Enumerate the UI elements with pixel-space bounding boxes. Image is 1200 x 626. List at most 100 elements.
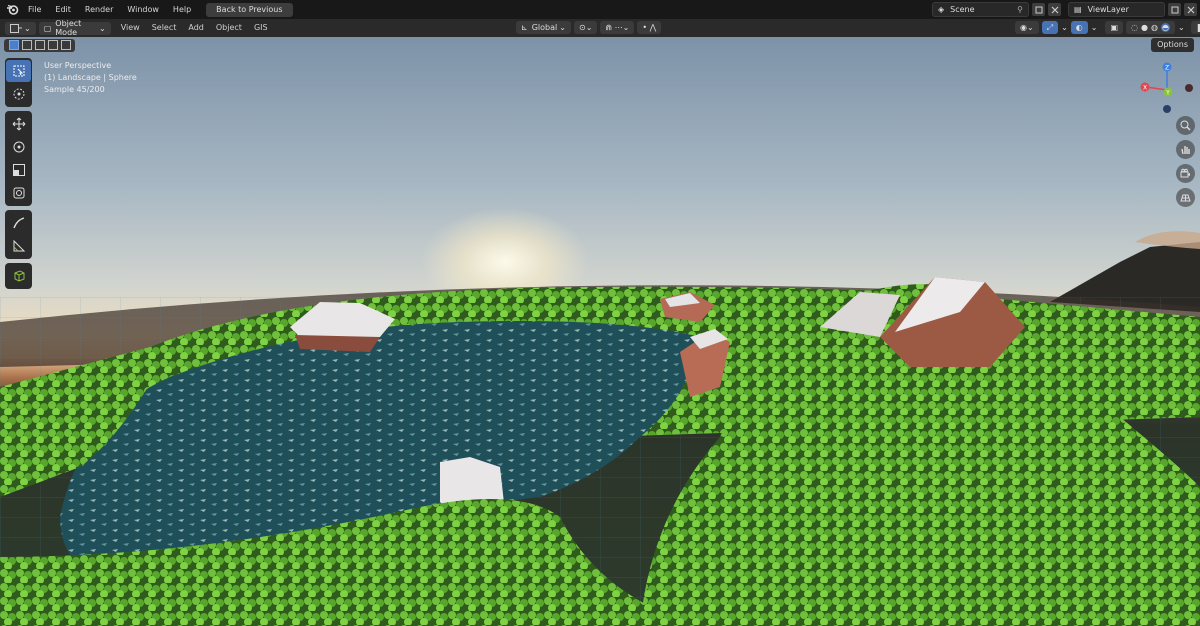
magnet-icon: ⋒ ⋯⌄ — [605, 23, 630, 32]
hand-icon — [1181, 146, 1190, 155]
select-intersect-icon[interactable] — [60, 40, 71, 50]
measure-tool[interactable] — [6, 235, 31, 257]
chevron-down-icon[interactable]: ⌄ — [1091, 23, 1098, 32]
camera-view-button[interactable] — [1176, 164, 1195, 183]
menu-edit[interactable]: Edit — [48, 0, 78, 19]
overlay-icon: ◐ — [1075, 23, 1083, 32]
scene-icon: ◈ — [938, 5, 945, 14]
scale-icon — [12, 164, 25, 176]
chevron-down-icon[interactable]: ⌄ — [1061, 23, 1068, 32]
scene-name: Scene — [950, 5, 975, 14]
delete-scene-icon[interactable] — [1048, 3, 1061, 16]
move-icon — [12, 117, 25, 131]
pivot-icon: ⊙⌄ — [579, 23, 593, 32]
snap-button[interactable]: ⋒ ⋯⌄ — [600, 21, 635, 34]
scene-selector[interactable]: ◈ Scene ⚲ — [932, 2, 1061, 17]
pivot-point-button[interactable]: ⊙⌄ — [574, 21, 598, 34]
blender-logo[interactable] — [3, 0, 21, 19]
tool-group-select — [5, 58, 32, 107]
editor-type-button[interactable]: ⌄ — [5, 21, 36, 35]
rendered-shading-icon[interactable]: ◓ — [1161, 23, 1170, 32]
gizmo-x-label: X — [1143, 85, 1147, 92]
chevron-down-icon: ⌄ — [99, 23, 106, 33]
view-layer-selector[interactable]: ▤ ViewLayer — [1068, 2, 1197, 17]
wireframe-shading-icon[interactable]: ◌ — [1131, 23, 1138, 32]
menu-select[interactable]: Select — [146, 19, 183, 37]
menu-add[interactable]: Add — [182, 19, 210, 37]
new-scene-icon[interactable] — [1032, 3, 1045, 16]
select-extend-icon[interactable] — [21, 40, 32, 50]
3d-viewport[interactable] — [0, 37, 1200, 626]
menu-file[interactable]: File — [21, 0, 48, 19]
xray-icon: ▣ — [1110, 23, 1119, 32]
view-layer-name: ViewLayer — [1087, 5, 1129, 14]
viewport-header: ⌄ ▢ Object Mode ⌄ View Select Add Object… — [0, 19, 1200, 37]
perspective-label: User Perspective — [44, 61, 112, 70]
rotate-tool[interactable] — [6, 136, 31, 158]
gizmo-toggle[interactable]: ⤢ — [1041, 21, 1059, 34]
gizmo-neg-z-axis[interactable] — [1163, 105, 1171, 113]
chevron-down-icon[interactable]: ⌄ — [1178, 23, 1185, 32]
mode-dropdown[interactable]: ▢ Object Mode ⌄ — [38, 19, 111, 37]
tool-shelf — [5, 58, 32, 293]
pause-icon: ❚❚ — [1195, 23, 1200, 32]
chevron-down-icon: ⌄ — [559, 23, 566, 32]
measure-icon — [13, 239, 25, 252]
xray-toggle[interactable]: ▣ — [1105, 21, 1124, 34]
top-bar: File Edit Render Window Help Back to Pre… — [0, 0, 1200, 19]
gizmo-neg-x-axis[interactable] — [1185, 84, 1193, 92]
orientation-dropdown[interactable]: ⊾ Global ⌄ — [516, 21, 571, 34]
view-layer-icon: ▤ — [1074, 5, 1082, 14]
scale-tool[interactable] — [6, 159, 31, 181]
select-new-icon[interactable] — [8, 40, 19, 50]
annotate-icon — [12, 217, 24, 229]
object-mode-icon: ▢ — [43, 23, 52, 33]
eye-icon: ◉⌄ — [1020, 23, 1034, 32]
viewport-info: User Perspective (1) Landscape | Sphere … — [44, 60, 137, 96]
add-cube-icon — [14, 270, 24, 282]
navigation-gizmo[interactable]: Z X Y — [1135, 60, 1197, 120]
menu-view[interactable]: View — [115, 19, 146, 37]
zoom-icon — [1180, 120, 1191, 131]
object-info-label: (1) Landscape | Sphere — [44, 73, 137, 82]
select-box-tool[interactable] — [6, 60, 31, 82]
solid-shading-icon[interactable]: ● — [1141, 23, 1148, 32]
menu-help[interactable]: Help — [166, 0, 198, 19]
zoom-button[interactable] — [1176, 116, 1195, 135]
select-box-icon — [13, 65, 24, 77]
proportional-edit-button[interactable]: • ⋀ — [637, 21, 662, 34]
options-dropdown[interactable]: Options — [1151, 38, 1194, 52]
perspective-toggle-button[interactable] — [1176, 188, 1195, 207]
orientation-label: Global — [531, 23, 558, 32]
menu-render[interactable]: Render — [78, 0, 120, 19]
new-view-layer-icon[interactable] — [1168, 3, 1181, 16]
annotate-tool[interactable] — [6, 212, 31, 234]
proportional-icon: • ⋀ — [642, 23, 657, 32]
visibility-button[interactable]: ◉⌄ — [1015, 21, 1039, 34]
delete-view-layer-icon[interactable] — [1184, 3, 1197, 16]
transform-tool[interactable] — [6, 182, 31, 204]
selection-mode-buttons[interactable] — [4, 38, 75, 52]
shading-modes[interactable]: ◌ ● ◍ ◓ — [1126, 21, 1175, 34]
menu-window[interactable]: Window — [120, 0, 166, 19]
overlay-toggle[interactable]: ◐ — [1070, 21, 1088, 34]
cursor-tool[interactable] — [6, 83, 31, 105]
move-tool[interactable] — [6, 113, 31, 135]
pin-icon: ⚲ — [1017, 5, 1023, 14]
back-to-previous-button[interactable]: Back to Previous — [206, 2, 293, 17]
gizmo-z-label: Z — [1165, 65, 1169, 72]
select-subtract-icon[interactable] — [34, 40, 45, 50]
sample-count-label: Sample 45/200 — [44, 85, 105, 94]
material-shading-icon[interactable]: ◍ — [1151, 23, 1158, 32]
pan-button[interactable] — [1176, 140, 1195, 159]
chevron-down-icon: ⌄ — [24, 23, 31, 33]
gizmo-icon: ⤢ — [1046, 22, 1054, 32]
menu-object[interactable]: Object — [210, 19, 248, 37]
add-cube-tool[interactable] — [6, 265, 31, 287]
menu-gis[interactable]: GIS — [248, 19, 274, 37]
gizmo-y-label: Y — [1165, 90, 1170, 97]
select-invert-icon[interactable] — [47, 40, 58, 50]
viewport-nav-buttons — [1176, 116, 1195, 207]
camera-icon — [1180, 168, 1190, 178]
pause-render-button[interactable]: ❚❚ — [1190, 21, 1200, 34]
